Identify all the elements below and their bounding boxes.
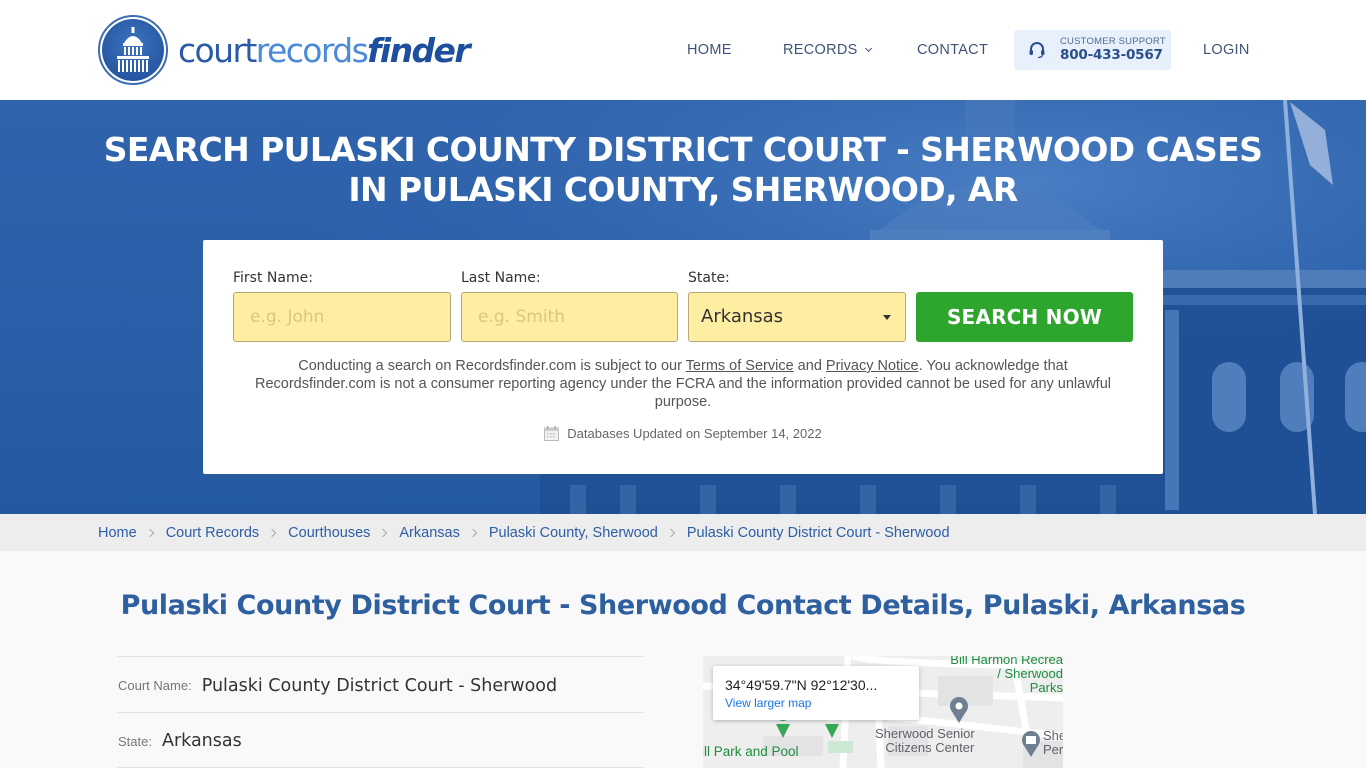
last-name-input[interactable] xyxy=(461,292,678,342)
hero-title: SEARCH PULASKI COUNTY DISTRICT COURT - S… xyxy=(103,130,1263,209)
view-larger-map-link[interactable]: View larger map xyxy=(725,696,811,710)
support-phone[interactable]: 800-433-0567 xyxy=(1060,47,1163,63)
map-place-senior-center: Sherwood Senior Citizens Center xyxy=(875,726,975,755)
detail-value: Pulaski County District Court - Sherwood xyxy=(201,675,558,696)
databases-updated: Databases Updated on September 14, 2022 xyxy=(203,426,1163,441)
caret-down-icon xyxy=(883,315,891,320)
senior-center-pin-icon xyxy=(950,697,968,723)
chevron-down-icon xyxy=(864,44,872,53)
chevron-right-icon xyxy=(267,528,277,537)
headset-icon xyxy=(1029,42,1045,59)
breadcrumb-court-records[interactable]: Court Records xyxy=(166,525,259,541)
detail-label: Court Name: xyxy=(118,678,192,693)
breadcrumb-pulaski-county-sherwood[interactable]: Pulaski County, Sherwood xyxy=(489,525,658,541)
nav-login[interactable]: LOGIN xyxy=(1203,30,1250,70)
search-now-button[interactable]: SEARCH NOW xyxy=(916,292,1133,342)
state-select[interactable]: Arkansas xyxy=(688,292,906,342)
page-title: Pulaski County District Court - Sherwood… xyxy=(120,590,1246,621)
breadcrumb: Home Court Records Courthouses Arkansas … xyxy=(98,514,950,551)
breadcrumb-arkansas[interactable]: Arkansas xyxy=(399,525,459,541)
search-form: First Name: Last Name: State: Arkansas S… xyxy=(203,240,1163,474)
breadcrumb-current-court[interactable]: Pulaski County District Court - Sherwood xyxy=(687,525,950,541)
breadcrumb-courthouses[interactable]: Courthouses xyxy=(288,525,370,541)
breadcrumb-home[interactable]: Home xyxy=(98,525,137,541)
nav-contact[interactable]: CONTACT xyxy=(917,30,988,70)
first-name-input[interactable] xyxy=(233,292,451,342)
detail-row-state: State: Arkansas xyxy=(118,712,643,768)
chevron-right-icon xyxy=(379,528,388,537)
chevron-right-icon xyxy=(145,528,154,537)
chevron-right-icon xyxy=(666,528,676,537)
court-details: Court Name: Pulaski County District Cour… xyxy=(118,656,643,768)
state-label: State: xyxy=(688,270,730,286)
first-name-label: First Name: xyxy=(233,270,313,286)
map-info-card: 34°49'59.7"N 92°12'30... View larger map xyxy=(713,666,919,720)
map-place-recreation: Bill Harmon Recrea / Sherwood Parks xyxy=(950,656,1063,695)
last-name-label: Last Name: xyxy=(461,270,541,286)
detail-label: State: xyxy=(118,733,152,749)
site-header: courtrecordsfinder HOME RECORDS CONTACT … xyxy=(0,0,1366,100)
terms-of-service-link[interactable]: Terms of Service xyxy=(686,358,794,374)
search-disclaimer: Conducting a search on Recordsfinder.com… xyxy=(255,358,1111,410)
map-place-museum: She Per xyxy=(1043,728,1063,757)
location-map[interactable]: Bill Harmon Recrea / Sherwood Parks ill P… xyxy=(703,656,1063,768)
customer-support-button[interactable]: CUSTOMER SUPPORT 800-433-0567 xyxy=(1014,30,1171,70)
calendar-icon xyxy=(544,426,560,441)
hero-section: SEARCH PULASKI COUNTY DISTRICT COURT - S… xyxy=(0,100,1366,514)
support-label: CUSTOMER SUPPORT xyxy=(1060,36,1166,47)
detail-row-court-name: Court Name: Pulaski County District Cour… xyxy=(118,656,643,712)
nav-records[interactable]: RECORDS xyxy=(783,30,872,70)
chevron-right-icon xyxy=(468,528,478,537)
detail-value: Arkansas xyxy=(161,731,242,751)
privacy-notice-link[interactable]: Privacy Notice xyxy=(826,358,919,374)
nav-home[interactable]: HOME xyxy=(687,30,732,70)
map-place-park: ill Park and Pool xyxy=(703,744,799,759)
breadcrumb-bar: Home Court Records Courthouses Arkansas … xyxy=(0,514,1366,551)
map-coordinates: 34°49'59.7"N 92°12'30... xyxy=(725,677,878,693)
main-nav: HOME RECORDS CONTACT CUSTOMER SUPPORT 80… xyxy=(0,30,1366,70)
